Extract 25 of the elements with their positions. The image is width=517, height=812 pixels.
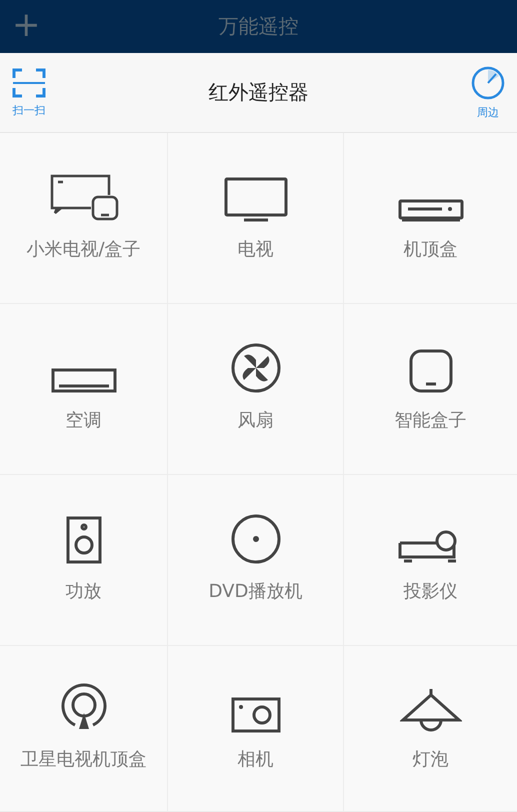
scan-button[interactable]: 扫一扫 <box>12 68 46 118</box>
device-tile[interactable]: DVD播放机 <box>168 475 344 646</box>
device-tile[interactable]: 相机 <box>168 646 344 812</box>
device-tile[interactable]: 小米电视/盒子 <box>0 133 168 304</box>
tv-with-box-icon <box>48 172 118 222</box>
add-icon[interactable]: + <box>0 8 52 42</box>
radar-icon <box>471 66 505 100</box>
nearby-button[interactable]: 周边 <box>471 66 505 120</box>
lamp-icon <box>400 687 462 733</box>
scan-icon <box>12 68 46 98</box>
camera-icon <box>230 697 280 733</box>
app-title: 万能遥控 <box>218 14 298 38</box>
device-tile[interactable]: 卫星电视机顶盒 <box>0 646 168 812</box>
device-tile[interactable]: 功放 <box>0 475 168 646</box>
smart-box-icon <box>408 348 454 394</box>
device-tile[interactable]: 风扇 <box>168 304 344 475</box>
page-title: 红外遥控器 <box>208 79 308 106</box>
device-tile[interactable]: 空调 <box>0 304 168 475</box>
device-tile[interactable]: 电视 <box>168 133 344 304</box>
set-top-box-icon <box>398 198 464 222</box>
tv-icon <box>224 176 288 222</box>
fan-icon <box>230 342 282 394</box>
disc-icon <box>230 512 282 564</box>
speaker-icon <box>64 514 102 564</box>
air-conditioner-icon <box>50 368 116 394</box>
